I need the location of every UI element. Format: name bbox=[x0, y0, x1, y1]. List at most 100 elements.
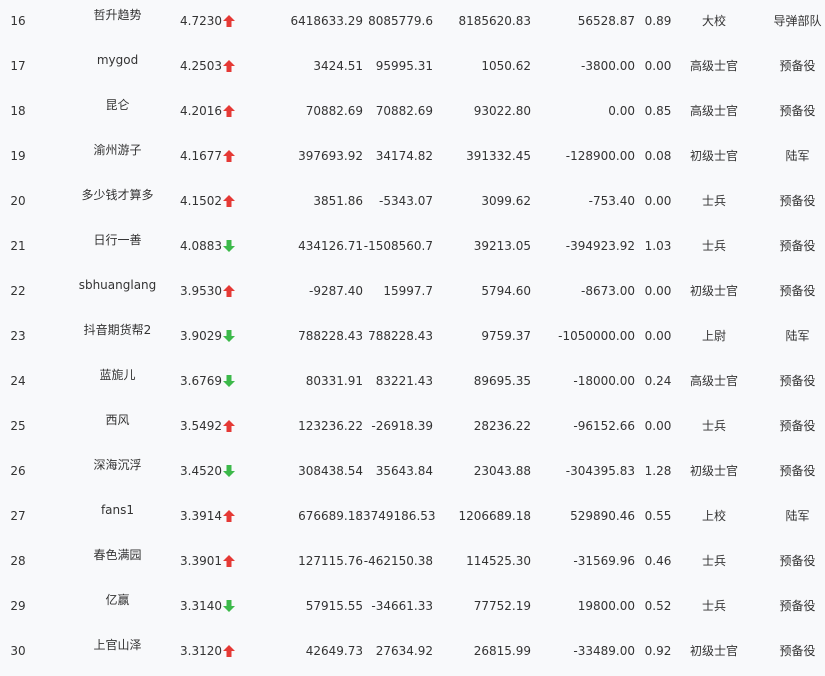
value-cell-4: -753.40 bbox=[588, 194, 635, 208]
trader-name[interactable]: mygod bbox=[30, 38, 205, 83]
ratio-cell: 0.89 bbox=[644, 14, 672, 28]
value-cell-1: 123236.22 bbox=[298, 419, 363, 433]
value-cell-3: 391332.45 bbox=[466, 149, 531, 163]
value-cell-3: 26815.99 bbox=[473, 644, 531, 658]
value-cell-3: 89695.35 bbox=[473, 374, 531, 388]
trader-name[interactable]: 蓝旎儿 bbox=[30, 353, 205, 398]
value-cell-1: -9287.40 bbox=[309, 284, 363, 298]
arrow-down-icon bbox=[223, 359, 239, 404]
arrow-up-icon bbox=[223, 44, 239, 89]
trader-name[interactable]: 上官山泽 bbox=[30, 623, 205, 668]
ratio-cell: 1.03 bbox=[644, 239, 672, 253]
value-cell-2: 788228.43 bbox=[368, 329, 433, 343]
arrow-up-icon bbox=[223, 0, 239, 44]
trader-name[interactable]: fans1 bbox=[30, 488, 205, 533]
trader-name[interactable]: 多少钱才算多 bbox=[30, 173, 205, 218]
arrow-up-icon bbox=[223, 539, 239, 584]
value-cell-3: 1206689.18 bbox=[458, 509, 531, 523]
value-cell-2: 70882.69 bbox=[375, 104, 433, 118]
military-unit: 预备役 bbox=[779, 59, 816, 73]
military-rank: 上校 bbox=[701, 509, 726, 523]
military-rank: 士兵 bbox=[701, 554, 726, 568]
arrow-up-icon bbox=[223, 494, 239, 539]
military-unit: 预备役 bbox=[779, 554, 816, 568]
value-cell-2: 3749186.53 bbox=[363, 509, 436, 523]
value-cell-2: -34661.33 bbox=[371, 599, 433, 613]
military-rank: 大校 bbox=[701, 14, 726, 28]
ratio-cell: 0.00 bbox=[644, 329, 672, 343]
trader-name[interactable]: 抖音期货帮2 bbox=[30, 308, 205, 353]
table-row[interactable]: 30 上官山泽 3.3120 42649.73 27634.92 26815.99 -334… bbox=[0, 629, 825, 674]
trader-name[interactable]: 日行一善 bbox=[30, 218, 205, 263]
value-cell-1: 434126.71 bbox=[298, 239, 363, 253]
military-unit: 陆军 bbox=[785, 509, 810, 523]
value-cell-4: 529890.46 bbox=[570, 509, 635, 523]
trader-name[interactable]: 西风 bbox=[30, 398, 205, 443]
military-rank: 高级士官 bbox=[689, 374, 738, 388]
military-unit: 预备役 bbox=[779, 284, 816, 298]
military-unit: 预备役 bbox=[779, 644, 816, 658]
ratio-cell: 0.55 bbox=[644, 509, 672, 523]
arrow-up-icon bbox=[223, 89, 239, 134]
military-rank: 士兵 bbox=[701, 419, 726, 433]
value-cell-1: 127115.76 bbox=[298, 554, 363, 568]
value-cell-4: -31569.96 bbox=[573, 554, 635, 568]
value-cell-3: 28236.22 bbox=[473, 419, 531, 433]
ratio-cell: 0.92 bbox=[644, 644, 672, 658]
ratio-cell: 0.08 bbox=[644, 149, 672, 163]
trader-name[interactable]: 亿赢 bbox=[30, 578, 205, 623]
value-cell-3: 8185620.83 bbox=[458, 14, 531, 28]
arrow-up-icon bbox=[223, 179, 239, 224]
value-cell-2: 34174.82 bbox=[375, 149, 433, 163]
military-rank: 高级士官 bbox=[689, 104, 738, 118]
value-cell-4: -8673.00 bbox=[581, 284, 635, 298]
value-cell-1: 57915.55 bbox=[305, 599, 363, 613]
arrow-down-icon bbox=[223, 449, 239, 494]
trader-name[interactable]: 哲升趋势 bbox=[30, 0, 205, 38]
trader-name[interactable]: 昆仑 bbox=[30, 83, 205, 128]
military-unit: 预备役 bbox=[779, 464, 816, 478]
value-cell-4: -128900.00 bbox=[565, 149, 635, 163]
value-cell-2: 83221.43 bbox=[375, 374, 433, 388]
military-rank: 士兵 bbox=[701, 194, 726, 208]
arrow-down-icon bbox=[223, 224, 239, 269]
value-cell-1: 308438.54 bbox=[298, 464, 363, 478]
military-rank: 初级士官 bbox=[689, 149, 738, 163]
value-cell-1: 676689.18 bbox=[298, 509, 363, 523]
value-cell-1: 80331.91 bbox=[305, 374, 363, 388]
value-cell-1: 3424.51 bbox=[313, 59, 363, 73]
value-cell-1: 788228.43 bbox=[298, 329, 363, 343]
arrow-down-icon bbox=[223, 584, 239, 629]
military-rank: 初级士官 bbox=[689, 644, 738, 658]
value-cell-2: 8085779.6 bbox=[368, 14, 433, 28]
value-cell-1: 397693.92 bbox=[298, 149, 363, 163]
value-cell-3: 77752.19 bbox=[473, 599, 531, 613]
trader-name[interactable]: 深海沉浮 bbox=[30, 443, 205, 488]
value-cell-1: 3851.86 bbox=[313, 194, 363, 208]
value-cell-4: -394923.92 bbox=[565, 239, 635, 253]
value-cell-4: -18000.00 bbox=[573, 374, 635, 388]
military-unit: 预备役 bbox=[779, 104, 816, 118]
ratio-cell: 1.28 bbox=[644, 464, 672, 478]
trader-name[interactable]: 渝州游子 bbox=[30, 128, 205, 173]
military-unit: 导弹部队 bbox=[773, 14, 822, 28]
value-cell-1: 70882.69 bbox=[305, 104, 363, 118]
trader-name[interactable]: sbhuanglang bbox=[30, 263, 205, 308]
military-rank: 上尉 bbox=[701, 329, 726, 343]
value-cell-3: 5794.60 bbox=[481, 284, 531, 298]
value-cell-2: -26918.39 bbox=[371, 419, 433, 433]
value-cell-4: -304395.83 bbox=[565, 464, 635, 478]
trader-name[interactable]: 春色满园 bbox=[30, 533, 205, 578]
value-cell-1: 6418633.29 bbox=[290, 14, 363, 28]
value-cell-3: 3099.62 bbox=[481, 194, 531, 208]
value-cell-2: -5343.07 bbox=[379, 194, 433, 208]
ratio-cell: 0.00 bbox=[644, 59, 672, 73]
military-unit: 预备役 bbox=[779, 239, 816, 253]
ratio-cell: 0.24 bbox=[644, 374, 672, 388]
value-cell-2: -462150.38 bbox=[363, 554, 433, 568]
military-unit: 预备役 bbox=[779, 419, 816, 433]
military-unit: 陆军 bbox=[785, 329, 810, 343]
military-unit: 预备役 bbox=[779, 599, 816, 613]
ratio-cell: 0.52 bbox=[644, 599, 672, 613]
military-rank: 士兵 bbox=[701, 239, 726, 253]
